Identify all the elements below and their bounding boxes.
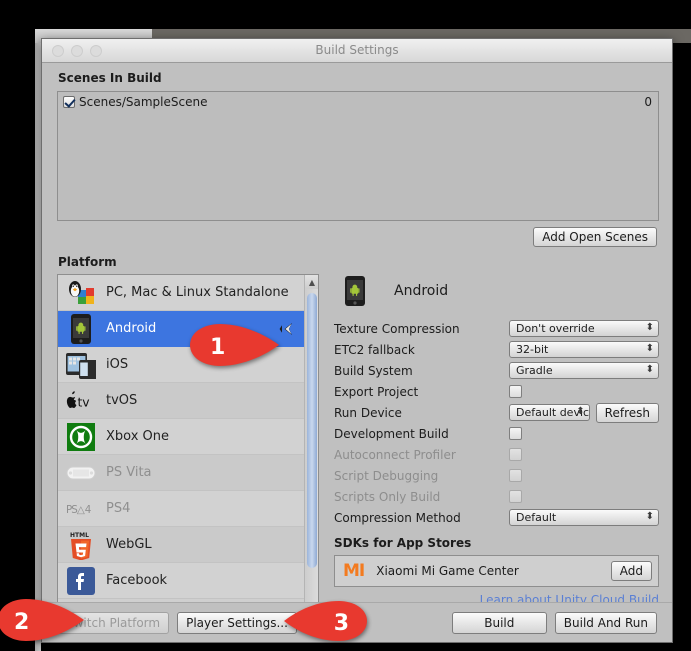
build-and-run-button[interactable]: Build And Run (554, 612, 657, 634)
callout-shape: 3 (283, 599, 369, 647)
setting-label: Build System (334, 363, 413, 378)
window-titlebar[interactable]: Build Settings (42, 39, 672, 63)
platform-item-label: Android (106, 321, 157, 336)
details-header: Android (340, 274, 659, 308)
autoconnect-profiler-checkbox (509, 448, 522, 461)
setting-build-system: Build System Gradle (334, 362, 659, 379)
sdks-for-app-stores-label: SDKs for App Stores (334, 536, 472, 550)
tvos-icon: tv (66, 386, 96, 416)
setting-label: Scripts Only Build (334, 489, 441, 504)
build-settings-window: Build Settings Scenes In Build Scenes/Sa… (41, 38, 673, 643)
export-project-checkbox[interactable] (509, 385, 522, 398)
setting-label: Autoconnect Profiler (334, 447, 456, 462)
platform-item-xboxone[interactable]: Xbox One (58, 419, 304, 455)
window-body: Scenes In Build Scenes/SampleScene 0 Add… (42, 63, 672, 642)
platform-label: Platform (58, 255, 117, 269)
setting-development-build: Development Build (334, 425, 659, 442)
scene-path: Scenes/SampleScene (79, 95, 208, 109)
callout-shape: 2 (0, 597, 86, 647)
refresh-button[interactable]: Refresh (595, 402, 659, 423)
development-build-checkbox[interactable] (509, 427, 522, 440)
setting-label: Run Device (334, 405, 402, 420)
etc2-fallback-dropdown[interactable]: 32-bit (509, 341, 659, 358)
scene-row[interactable]: Scenes/SampleScene 0 (58, 92, 658, 110)
svg-text:4: 4 (85, 503, 92, 515)
setting-export-project: Export Project (334, 383, 659, 400)
setting-autoconnect-profiler: Autoconnect Profiler (334, 446, 659, 463)
setting-label: Export Project (334, 384, 419, 399)
setting-texture-compression: Texture Compression Don't override (334, 320, 659, 337)
scenes-list[interactable]: Scenes/SampleScene 0 (57, 91, 659, 221)
platform-item-webgl[interactable]: HTML WebGL (58, 527, 304, 563)
ios-icon (66, 350, 96, 380)
platform-item-label: WebGL (106, 537, 152, 552)
setting-label: Texture Compression (334, 321, 460, 336)
platform-item-standalone[interactable]: PC, Mac & Linux Standalone (58, 275, 304, 311)
scripts-only-build-checkbox (509, 490, 522, 503)
android-icon (66, 313, 96, 344)
setting-label: ETC2 fallback (334, 342, 415, 357)
platform-item-label: PS Vita (106, 465, 152, 480)
scene-index: 0 (644, 95, 652, 109)
setting-run-device: Run Device Default device Refresh (334, 402, 659, 423)
platform-item-label: tvOS (106, 393, 138, 408)
bottom-right-buttons: Build Build And Run (451, 612, 657, 634)
window-title: Build Settings (315, 43, 399, 57)
xbox-icon (66, 422, 96, 452)
platform-item-label: Xbox One (106, 429, 170, 444)
add-open-scenes-wrap: Add Open Scenes (533, 226, 657, 247)
player-settings-button[interactable]: Player Settings... (177, 612, 297, 634)
script-debugging-checkbox (509, 469, 522, 482)
platform-list-scrollbar[interactable]: ▲ ▼ (304, 275, 318, 642)
scroll-up-icon[interactable]: ▲ (305, 275, 318, 289)
settings-rows: Texture Compression Don't override ETC2 … (334, 320, 659, 526)
build-system-dropdown[interactable]: Gradle (509, 362, 659, 379)
compression-method-dropdown[interactable]: Default (509, 509, 659, 526)
setting-label: Compression Method (334, 510, 461, 525)
setting-scripts-only-build: Scripts Only Build (334, 488, 659, 505)
scene-checkbox[interactable] (63, 96, 75, 108)
svg-text:PS△: PS△ (66, 503, 85, 515)
standalone-icon (66, 278, 96, 308)
screen: Build Settings Scenes In Build Scenes/Sa… (0, 0, 691, 651)
webgl-icon: HTML (66, 530, 96, 560)
android-icon (340, 276, 370, 306)
setting-label: Script Debugging (334, 468, 439, 483)
callout-shape: 1 (186, 322, 282, 372)
psvita-icon (66, 458, 96, 488)
scenes-in-build-label: Scenes In Build (58, 71, 162, 85)
sdk-name: Xiaomi Mi Game Center (376, 564, 519, 578)
platform-item-ps4[interactable]: PS△ 4 PS4 (58, 491, 304, 527)
setting-compression-method: Compression Method Default (334, 509, 659, 526)
platform-item-label: PC, Mac & Linux Standalone (106, 285, 289, 300)
setting-etc2-fallback: ETC2 fallback 32-bit (334, 341, 659, 358)
callout-marker-1: 1 (186, 322, 282, 372)
sdk-add-button[interactable]: Add (610, 561, 652, 581)
add-open-scenes-button[interactable]: Add Open Scenes (533, 227, 657, 247)
facebook-icon (66, 566, 96, 596)
platform-details-panel: Android Texture Compression Don't overri… (334, 274, 659, 607)
scrollbar-thumb[interactable] (307, 293, 317, 568)
platform-item-tvos[interactable]: tv tvOS (58, 383, 304, 419)
setting-script-debugging: Script Debugging (334, 467, 659, 484)
sdk-row: MI Xiaomi Mi Game Center Add (334, 555, 659, 587)
bottom-left-buttons: Switch Platform Player Settings... (57, 612, 297, 634)
details-platform-name: Android (394, 283, 449, 299)
build-button[interactable]: Build (451, 612, 547, 634)
platform-item-label: Facebook (106, 573, 168, 588)
texture-compression-dropdown[interactable]: Don't override (509, 320, 659, 337)
platform-item-label: iOS (106, 357, 129, 372)
callout-marker-2: 2 (0, 597, 86, 647)
setting-label: Development Build (334, 426, 449, 441)
platform-item-facebook[interactable]: Facebook (58, 563, 304, 599)
platform-item-label: PS4 (106, 501, 131, 516)
ps4-icon: PS△ 4 (66, 494, 96, 524)
platform-item-psvita[interactable]: PS Vita (58, 455, 304, 491)
xiaomi-logo-icon: MI (343, 561, 365, 581)
callout-marker-3: 3 (283, 599, 369, 647)
svg-text:HTML: HTML (70, 532, 89, 539)
run-device-dropdown[interactable]: Default device (509, 404, 590, 421)
svg-text:tv: tv (77, 395, 89, 409)
